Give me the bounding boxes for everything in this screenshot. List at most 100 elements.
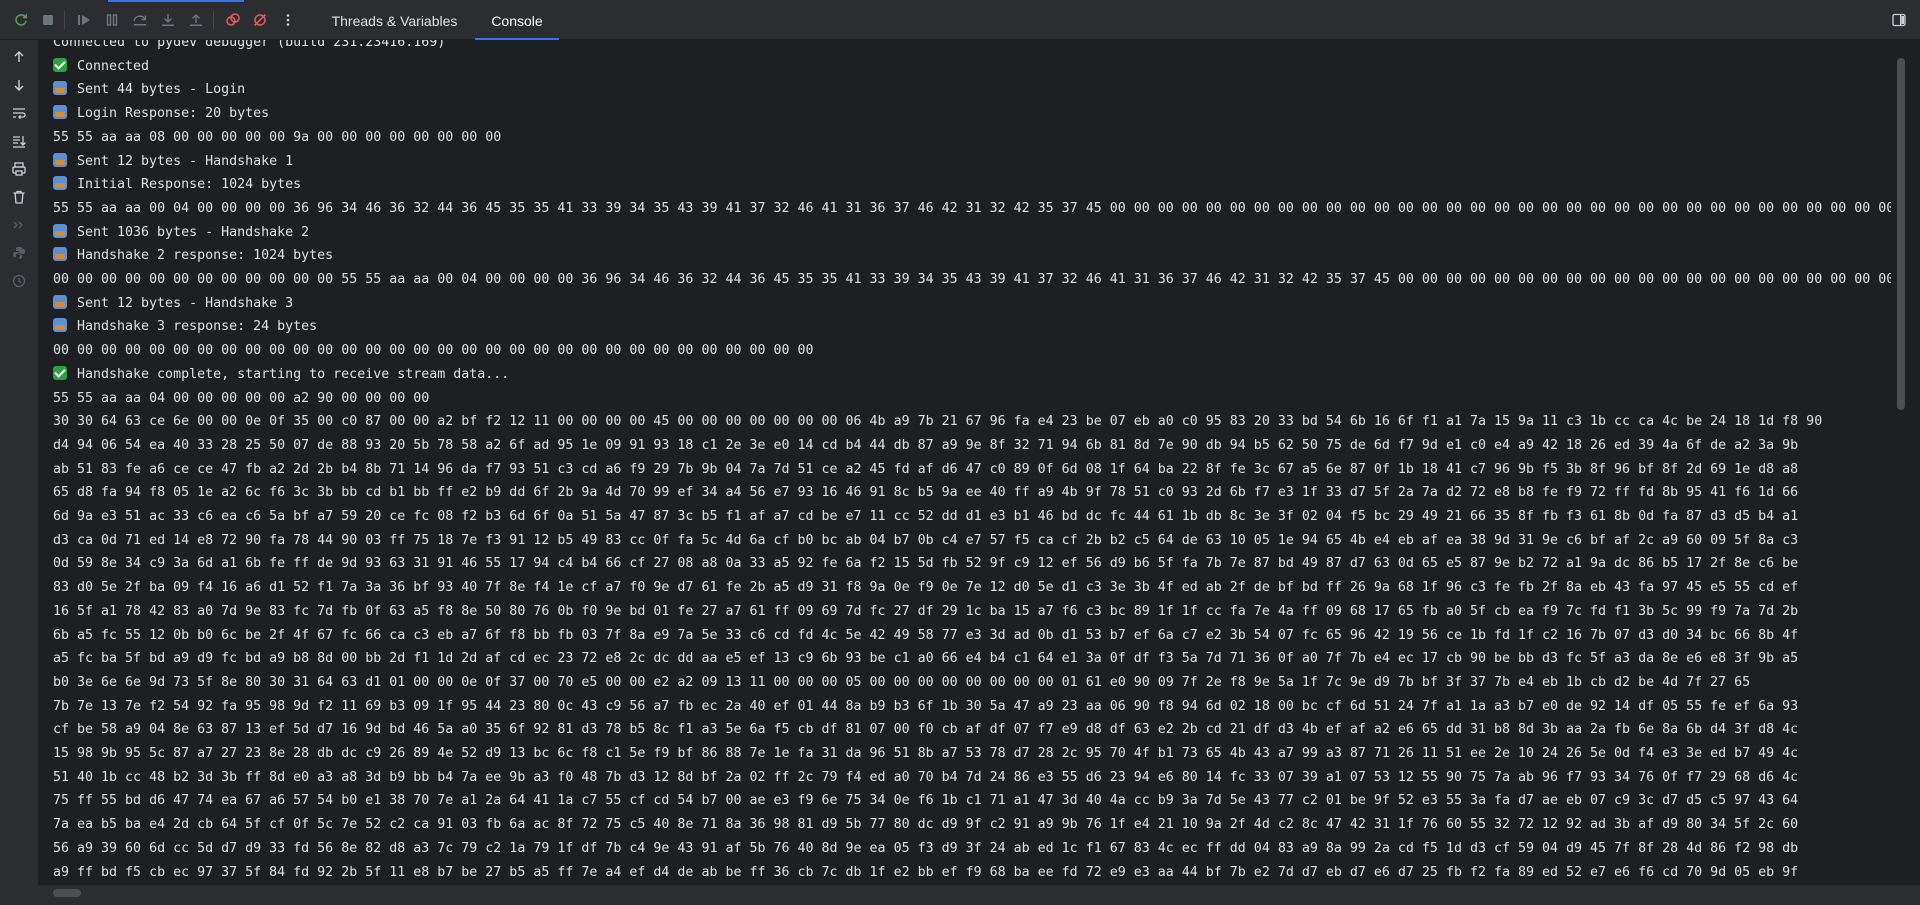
console-line-text: 6b a5 fc 55 12 0b b0 6c be 2f 4f 67 fc 6… [53, 627, 1799, 643]
python-console-icon[interactable] [8, 242, 30, 264]
console-line-text: Handshake complete, starting to receive … [77, 366, 510, 382]
print-icon[interactable] [8, 158, 30, 180]
console-line-text: 51 40 1b cc 48 b2 3d 3b ff 8d e0 a3 a8 3… [53, 769, 1799, 785]
console-output-line: 7b 7e 13 7e f2 54 92 fa 95 98 9d f2 11 6… [53, 695, 1798, 719]
up-arrow-icon[interactable] [8, 46, 30, 68]
console-output-line: 30 30 64 63 ce 6e 00 00 0e 0f 35 00 c0 8… [53, 410, 1822, 434]
console-message-line: Sent 12 bytes - Handshake 1 [53, 150, 293, 174]
clear-icon[interactable] [8, 186, 30, 208]
console-line-text: 55 55 aa aa 00 04 00 00 00 00 36 96 34 4… [53, 200, 1891, 216]
console-output-line: 00 00 00 00 00 00 00 00 00 00 00 00 00 0… [53, 339, 814, 363]
console-line-text: 00 00 00 00 00 00 00 00 00 00 00 00 00 0… [53, 343, 814, 359]
console-message-line: Handshake 2 response: 1024 bytes [53, 244, 333, 268]
console-side-toolbar [0, 40, 38, 905]
console-line-text: Handshake 3 response: 24 bytes [77, 319, 318, 335]
resume-icon[interactable] [73, 9, 95, 31]
console-line-text: 65 d8 fa 94 f8 05 1e a2 6c f6 3c 3b bb c… [53, 485, 1799, 501]
console-output-line: a5 fc ba 5f bd a9 d9 fc bd a9 b8 8d 00 b… [53, 647, 1798, 671]
console-line-text: Sent 44 bytes - Login [77, 82, 246, 98]
pause-icon[interactable] [101, 9, 123, 31]
debug-toolbar: Threads & Variables Console [0, 0, 1920, 40]
history-icon[interactable] [8, 270, 30, 292]
console-line-text: b0 3e 6e 6e 9d 73 5f 8e 80 30 31 64 63 d… [53, 674, 1751, 690]
console-output-line: 0d 59 8e 34 c9 3a 6d a1 6b fe ff de 9d 9… [53, 552, 1798, 576]
console-line-text: a5 fc ba 5f bd a9 d9 fc bd a9 b8 8d 00 b… [53, 651, 1799, 667]
console-message-line: Connected [53, 55, 149, 79]
outbox-tray-icon [53, 223, 67, 238]
outbox-tray-icon [53, 318, 67, 333]
step-out-icon[interactable] [185, 9, 207, 31]
console-output-line: 55 55 aa aa 04 00 00 00 00 00 a2 90 00 0… [53, 387, 429, 411]
console-output-line: 16 5f a1 78 42 83 a0 7d 9e 83 fc 7d fb 0… [53, 600, 1798, 624]
console-line-text: 0d 59 8e 34 c9 3a 6d a1 6b fe ff de 9d 9… [53, 556, 1799, 572]
console-output[interactable]: Connected to pydev debugger (build 231.2… [41, 40, 1891, 888]
console-output-line: 51 40 1b cc 48 b2 3d 3b ff 8d e0 a3 a8 3… [53, 766, 1798, 790]
console-line-text: 75 ff 55 bd d6 47 74 ea 67 a6 57 54 b0 e… [53, 793, 1799, 809]
toolbar-separator [64, 11, 65, 29]
console-message-line: Login Response: 20 bytes [53, 102, 269, 126]
console-output-line: d4 94 06 54 ea 40 33 28 25 50 07 de 88 9… [53, 434, 1798, 458]
console-line-text: a9 ff bd f5 cb ec 97 37 5f 84 fd 92 2b 5… [53, 864, 1799, 880]
console-line-text: Handshake 2 response: 1024 bytes [77, 248, 334, 264]
vertical-scroll-thumb[interactable] [1897, 58, 1905, 410]
layout-icon[interactable] [1888, 9, 1910, 31]
outbox-tray-icon [53, 176, 67, 191]
more-icon[interactable] [277, 9, 299, 31]
console-output-line: 56 a9 39 60 6d cc 5d d7 d9 33 fd 56 8e 8… [53, 837, 1798, 861]
down-arrow-icon[interactable] [8, 74, 30, 96]
console-line-text: cf be 58 a9 04 8e 63 87 13 ef 5d d7 16 9… [53, 722, 1799, 738]
console-line-text: Sent 12 bytes - Handshake 3 [77, 295, 294, 311]
rerun-icon[interactable] [10, 9, 32, 31]
console-message-line: Handshake complete, starting to receive … [53, 363, 509, 387]
check-mark-icon [53, 57, 67, 72]
console-output-line: 6d 9a e3 51 ac 33 c6 ea c6 5a bf a7 59 2… [53, 505, 1798, 529]
console-output-line: 65 d8 fa 94 f8 05 1e a2 6c f6 3c 3b bb c… [53, 481, 1798, 505]
mute-breakpoints-icon[interactable] [249, 9, 271, 31]
soft-wrap-icon[interactable] [8, 102, 30, 124]
view-breakpoints-icon[interactable] [222, 9, 244, 31]
console-output-line: 55 55 aa aa 08 00 00 00 00 00 9a 00 00 0… [53, 126, 501, 150]
console-line-text: Sent 1036 bytes - Handshake 2 [77, 224, 310, 240]
horizontal-scrollbar[interactable] [38, 885, 1920, 905]
step-into-icon[interactable] [157, 9, 179, 31]
console-line-text: Initial Response: 1024 bytes [77, 177, 302, 193]
step-over-icon[interactable] [129, 9, 151, 31]
console-line-text: 6d 9a e3 51 ac 33 c6 ea c6 5a bf a7 59 2… [53, 509, 1799, 524]
console-line-text: 30 30 64 63 ce 6e 00 00 0e 0f 35 00 c0 8… [53, 414, 1823, 430]
console-output-line: 00 00 00 00 00 00 00 00 00 00 00 00 55 5… [53, 268, 1891, 292]
console-line-text: 55 55 aa aa 08 00 00 00 00 00 9a 00 00 0… [53, 129, 502, 145]
console-line-text: d4 94 06 54 ea 40 33 28 25 50 07 de 88 9… [53, 437, 1799, 453]
console-line-text: 16 5f a1 78 42 83 a0 7d 9e 83 fc 7d fb 0… [53, 603, 1799, 619]
more-chevrons-icon[interactable] [8, 214, 30, 236]
console-line-text: 56 a9 39 60 6d cc 5d d7 d9 33 fd 56 8e 8… [53, 840, 1799, 856]
console-output-line: b0 3e 6e 6e 9d 73 5f 8e 80 30 31 64 63 d… [53, 671, 1750, 695]
console-output-line: 55 55 aa aa 00 04 00 00 00 00 36 96 34 4… [53, 197, 1891, 221]
toolbar-separator [213, 11, 214, 29]
console-output-line: cf be 58 a9 04 8e 63 87 13 ef 5d d7 16 9… [53, 718, 1798, 742]
console-message-line: Sent 1036 bytes - Handshake 2 [53, 221, 309, 245]
console-line-text: 83 d0 5e 2f ba 09 f4 16 a6 d1 52 f1 7a 3… [53, 580, 1799, 596]
console-line-text: 00 00 00 00 00 00 00 00 00 00 00 00 55 5… [53, 272, 1891, 287]
console-line-text: Login Response: 20 bytes [77, 106, 270, 122]
console-line-text: 15 98 9b 95 5c 87 a7 27 23 8e 28 db dc c… [53, 746, 1799, 761]
console-output-line: 6b a5 fc 55 12 0b b0 6c be 2f 4f 67 fc 6… [53, 624, 1798, 648]
scroll-to-end-icon[interactable] [8, 130, 30, 152]
console-line-text: ab 51 83 fe a6 ce ce 47 fb a2 2d 2b b4 8… [53, 461, 1799, 477]
stop-icon[interactable] [37, 9, 59, 31]
check-mark-icon [53, 365, 67, 380]
console-line-text: d3 ca 0d 71 ed 14 e8 72 90 fa 78 44 90 0… [53, 532, 1799, 548]
console-output-line: 83 d0 5e 2f ba 09 f4 16 a6 d1 52 f1 7a 3… [53, 576, 1798, 600]
outbox-tray-icon [53, 81, 67, 96]
outbox-tray-icon [53, 247, 67, 262]
console-output-line: 7a ea b5 ba e4 2d cb 64 5f cf 0f 5c 7e 5… [53, 813, 1798, 837]
console-output-line: 15 98 9b 95 5c 87 a7 27 23 8e 28 db dc c… [53, 742, 1798, 766]
tab-threads-variables[interactable]: Threads & Variables [315, 0, 474, 40]
console-message-line: Handshake 3 response: 24 bytes [53, 315, 317, 339]
console-message-line: Sent 44 bytes - Login [53, 78, 245, 102]
console-line-text: 7b 7e 13 7e f2 54 92 fa 95 98 9d f2 11 6… [53, 698, 1799, 714]
horizontal-scroll-thumb[interactable] [53, 889, 81, 897]
console-line-text: 55 55 aa aa 04 00 00 00 00 00 a2 90 00 0… [53, 390, 430, 406]
console-output-line: d3 ca 0d 71 ed 14 e8 72 90 fa 78 44 90 0… [53, 529, 1798, 553]
outbox-tray-icon [53, 152, 67, 167]
tab-console[interactable]: Console [475, 0, 559, 40]
